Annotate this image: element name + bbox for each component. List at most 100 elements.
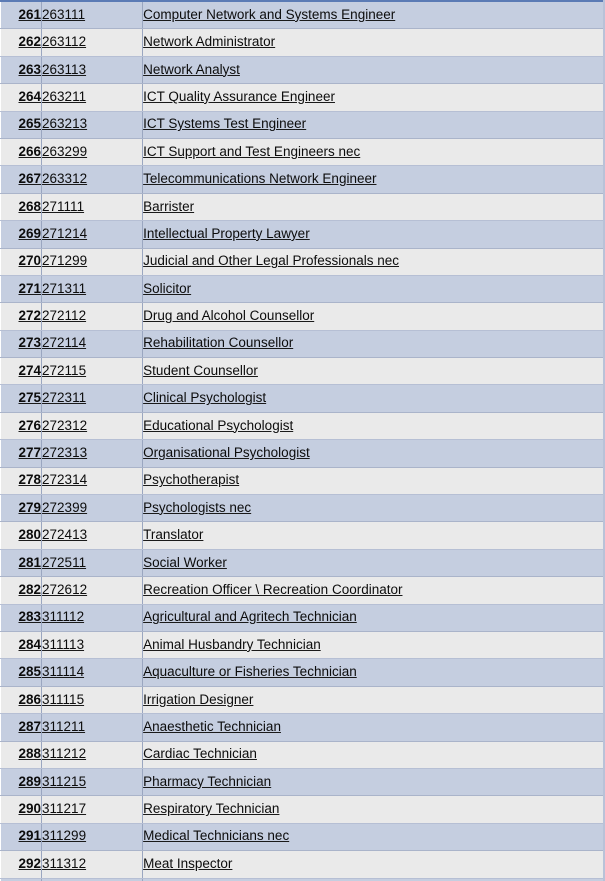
- table-row[interactable]: 271 271311 Solicitor: [0, 275, 604, 304]
- table-row[interactable]: 277 272313 Organisational Psychologist: [0, 439, 604, 468]
- occupation-title-value: Telecommunications Network Engineer: [143, 171, 377, 187]
- occupation-title-cell: Meat Inspector: [142, 850, 604, 879]
- occupation-title-value: ICT Support and Test Engineers nec: [143, 143, 361, 159]
- row-index-value: 271: [18, 280, 42, 296]
- table-row[interactable]: 287 311211 Anaesthetic Technician: [0, 713, 604, 742]
- row-index-cell: 266: [0, 138, 43, 167]
- anzsco-code-cell: 272612: [41, 576, 144, 605]
- row-index-value: 283: [18, 609, 42, 625]
- row-index-value: 261: [18, 6, 42, 22]
- table-row[interactable]: 273 272114 Rehabilitation Counsellor: [0, 330, 604, 359]
- occupation-title-value: ICT Quality Assurance Engineer: [143, 88, 335, 104]
- table-row[interactable]: 262 263112 Network Administrator: [0, 28, 604, 57]
- table-row[interactable]: 289 311215 Pharmacy Technician: [0, 768, 604, 797]
- row-index-value: 270: [18, 253, 42, 269]
- table-row[interactable]: 288 311212 Cardiac Technician: [0, 741, 604, 769]
- table-row[interactable]: 282 272612 Recreation Officer \ Recreation…: [0, 576, 604, 605]
- row-index-cell: 284: [0, 631, 43, 660]
- occupation-title-cell: ICT Support and Test Engineers nec: [142, 138, 604, 167]
- row-index-cell: 264: [0, 83, 43, 112]
- occupation-title-value: Rehabilitation Counsellor: [143, 335, 294, 351]
- row-index-value: 277: [18, 445, 42, 461]
- row-index-value: 282: [18, 581, 42, 597]
- table-row[interactable]: 290 311217 Respiratory Technician: [0, 795, 604, 824]
- occupation-title-value: Solicitor: [143, 280, 192, 296]
- anzsco-code-value: 272399: [42, 499, 88, 515]
- table-row[interactable]: 263 263113 Network Analyst: [0, 56, 604, 85]
- table-row[interactable]: 286 311115 Irrigation Designer: [0, 686, 604, 715]
- occupation-title-cell: ICT Quality Assurance Engineer: [142, 83, 604, 112]
- occupation-title-cell: Social Worker: [142, 549, 604, 578]
- table-row[interactable]: 292 311312 Meat Inspector: [0, 850, 604, 879]
- row-index-cell: 272: [0, 302, 43, 331]
- table-row[interactable]: 278 272314 Psychotherapist: [0, 467, 604, 496]
- table-row[interactable]: 268 271111 Barrister: [0, 193, 604, 222]
- row-index-value: 285: [18, 664, 42, 680]
- table-row[interactable]: 281 272511 Social Worker: [0, 549, 604, 578]
- table-row[interactable]: 270 271299 Judicial and Other Legal Profes…: [0, 248, 604, 276]
- anzsco-code-value: 272311: [42, 390, 87, 406]
- table-row[interactable]: 266 263299 ICT Support and Test Engineers …: [0, 138, 604, 167]
- row-index-value: 274: [18, 362, 42, 378]
- anzsco-code-cell: 311212: [41, 741, 144, 769]
- row-index-value: 263: [18, 61, 42, 77]
- anzsco-code-value: 271299: [42, 253, 88, 269]
- row-index-value: 264: [18, 88, 42, 104]
- table-row[interactable]: 272 272112 Drug and Alcohol Counsellor: [0, 302, 604, 331]
- table-row[interactable]: 267 263312 Telecommunications Network Engi…: [0, 165, 604, 194]
- occupation-title-value: Respiratory Technician: [143, 801, 280, 817]
- anzsco-code-value: 272115: [42, 362, 87, 378]
- row-index-cell: 276: [0, 412, 43, 441]
- row-index-cell: 267: [0, 165, 43, 194]
- occupation-title-value: Cardiac Technician: [143, 746, 257, 762]
- row-index-value: 268: [18, 198, 42, 214]
- anzsco-code-cell: 272413: [41, 521, 144, 550]
- table-row[interactable]: 269 271214 Intellectual Property Lawyer: [0, 220, 604, 249]
- anzsco-code-cell: 263213: [41, 111, 144, 139]
- occupation-title-cell: Solicitor: [142, 275, 604, 304]
- anzsco-code-cell: 272115: [41, 357, 144, 386]
- row-index-value: 292: [18, 855, 42, 871]
- table-row[interactable]: 261 263111 Computer Network and Systems En…: [0, 1, 604, 30]
- row-index-cell: 274: [0, 357, 43, 386]
- row-index-value: 278: [18, 472, 42, 488]
- anzsco-code-value: 272312: [42, 417, 88, 433]
- anzsco-code-cell: 311114: [41, 658, 144, 687]
- row-index-value: 267: [18, 171, 42, 187]
- table-row[interactable]: 284 311113 Animal Husbandry Technician: [0, 631, 604, 660]
- row-index-value: 288: [18, 746, 42, 762]
- table-row[interactable]: 280 272413 Translator: [0, 521, 604, 550]
- anzsco-code-cell: 311299: [41, 823, 144, 852]
- anzsco-code-cell: 272114: [41, 330, 144, 359]
- table-row[interactable]: 291 311299 Medical Technicians nec: [0, 823, 604, 852]
- anzsco-code-cell: 263113: [41, 56, 144, 85]
- anzsco-code-value: 272413: [42, 527, 88, 543]
- row-index-value: 281: [18, 554, 42, 570]
- occupation-title-cell: Psychologists nec: [142, 494, 604, 523]
- occupation-title-value: Network Administrator: [143, 34, 276, 50]
- row-index-value: 291: [18, 828, 42, 844]
- table-row[interactable]: 274 272115 Student Counsellor: [0, 357, 604, 386]
- anzsco-code-value: 272511: [42, 554, 87, 570]
- row-index-cell: 279: [0, 494, 43, 523]
- occupation-title-value: Medical Technicians nec: [143, 828, 290, 844]
- table-row[interactable]: 285 311114 Aquaculture or Fisheries Techni…: [0, 658, 604, 687]
- table-row[interactable]: 264 263211 ICT Quality Assurance Engineer: [0, 83, 604, 112]
- row-index-value: 284: [18, 636, 42, 652]
- anzsco-code-value: 263299: [42, 143, 88, 159]
- anzsco-code-cell: 311215: [41, 768, 144, 797]
- table-row[interactable]: 283 311112 Agricultural and Agritech Techn…: [0, 604, 604, 632]
- occupation-title-cell: Intellectual Property Lawyer: [142, 220, 604, 249]
- anzsco-code-cell: 311115: [41, 686, 144, 715]
- anzsco-code-cell: 271111: [41, 193, 144, 222]
- table-row[interactable]: 275 272311 Clinical Psychologist: [0, 384, 604, 413]
- row-index-value: 289: [18, 773, 42, 789]
- occupation-title-cell: Respiratory Technician: [142, 795, 604, 824]
- table-row[interactable]: 279 272399 Psychologists nec: [0, 494, 604, 523]
- table-row[interactable]: 265 263213 ICT Systems Test Engineer: [0, 111, 604, 139]
- anzsco-code-cell: 272511: [41, 549, 144, 578]
- row-index-cell: 271: [0, 275, 43, 304]
- anzsco-code-cell: 311112: [41, 604, 144, 632]
- anzsco-code-cell: 263111: [41, 1, 144, 30]
- table-row[interactable]: 276 272312 Educational Psychologist: [0, 412, 604, 441]
